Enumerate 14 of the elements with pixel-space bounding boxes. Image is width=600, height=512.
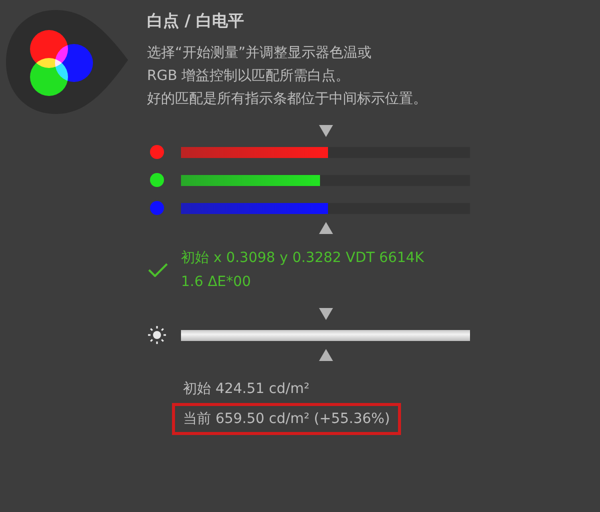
rgb-circles-icon [4,8,130,116]
section-title: 白点 / 白电平 [147,10,245,32]
description-text: 好的匹配是所有指示条都位于中间标示位置。 [147,90,428,109]
up-triangle-icon [318,349,332,361]
down-triangle-icon [318,125,332,137]
reading-text: 当前 659.50 cd/m² (+55.36%) [172,403,401,435]
description-text: 选择“开始测量”并调整显示器色温或 [147,44,373,63]
sun-icon [147,325,167,345]
result-text: 1.6 ΔE*00 [181,273,252,292]
up-triangle-icon [318,222,332,234]
down-triangle-icon [318,308,332,320]
description-text: RGB 增益控制以匹配所需白点。 [147,67,351,86]
reading-text: 初始 424.51 cd/m² [182,380,310,399]
result-text: 初始 x 0.3098 y 0.3282 VDT 6614K [181,249,424,268]
